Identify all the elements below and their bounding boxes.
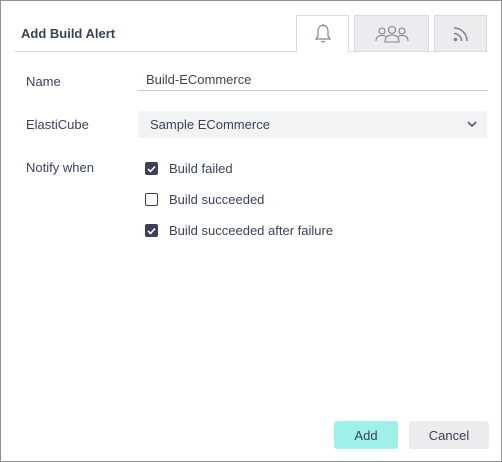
build-succeeded-after-failure-label: Build succeeded after failure xyxy=(169,223,334,238)
tab-bell[interactable] xyxy=(296,15,349,53)
cancel-button[interactable]: Cancel xyxy=(409,421,489,449)
elasticube-label: ElastiCube xyxy=(26,117,89,132)
checkmark-icon xyxy=(147,165,156,173)
chevron-down-icon xyxy=(467,121,477,127)
notify-when-label: Notify when xyxy=(26,160,94,175)
add-button[interactable]: Add xyxy=(334,421,398,449)
tab-users[interactable] xyxy=(354,15,429,52)
rss-feed-icon xyxy=(453,26,468,41)
checkmark-icon xyxy=(147,227,156,235)
bell-icon xyxy=(314,24,331,43)
elasticube-selected-value: Sample ECommerce xyxy=(150,117,270,132)
name-input[interactable] xyxy=(138,69,488,91)
build-failed-checkbox[interactable] xyxy=(145,162,158,175)
dialog-header: Add Build Alert xyxy=(14,15,488,53)
dialog-title: Add Build Alert xyxy=(21,26,116,41)
option-build-succeeded[interactable]: Build succeeded xyxy=(145,192,264,207)
build-succeeded-checkbox[interactable] xyxy=(145,193,158,206)
tab-feed[interactable] xyxy=(434,15,487,52)
elasticube-select[interactable]: Sample ECommerce xyxy=(138,111,487,138)
add-build-alert-dialog: Add Build Alert Name Build-ECommerce Ela… xyxy=(0,0,502,462)
option-build-succeeded-after-failure[interactable]: Build succeeded after failure xyxy=(145,223,333,238)
build-succeeded-label: Build succeeded xyxy=(169,192,265,207)
alert-type-tabs xyxy=(296,15,487,53)
build-failed-label: Build failed xyxy=(169,161,233,176)
option-build-failed[interactable]: Build failed xyxy=(145,161,233,176)
name-label: Name xyxy=(26,74,61,89)
build-succeeded-after-failure-checkbox[interactable] xyxy=(145,224,158,237)
users-group-icon xyxy=(374,25,409,43)
